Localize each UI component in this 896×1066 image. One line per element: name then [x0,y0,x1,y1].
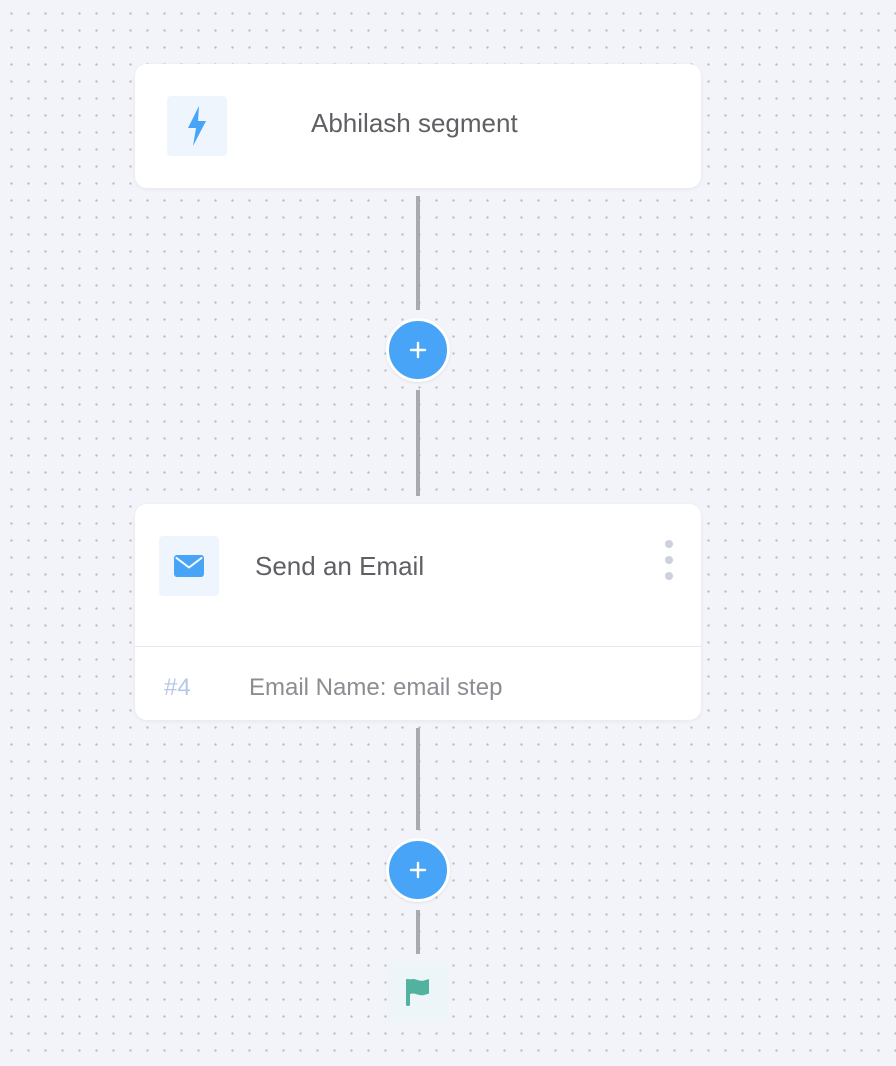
step-id: #4 [164,674,191,701]
end-node [388,962,448,1022]
connector-line [416,390,420,496]
plus-icon [409,341,427,359]
more-options-icon[interactable] [661,540,677,580]
connector-line [416,910,420,954]
trigger-icon-box [167,96,227,156]
add-step-button[interactable] [386,318,450,382]
connector-line [416,728,420,830]
flag-icon [406,978,429,1006]
card-divider [135,646,701,647]
email-node-card[interactable]: Send an Email #4 Email Name: email step [135,504,701,720]
email-node-title: Send an Email [255,551,425,581]
envelope-icon [174,555,204,577]
plus-icon [409,861,427,879]
kebab-dot [665,572,673,580]
email-icon-box [159,536,219,596]
trigger-node-card[interactable]: Abhilash segment [135,64,701,188]
kebab-dot [665,540,673,548]
trigger-node-title: Abhilash segment [311,108,518,138]
connector-line [416,196,420,310]
kebab-dot [665,556,673,564]
add-step-button[interactable] [386,838,450,902]
lightning-bolt-icon [188,106,206,146]
email-name-detail: Email Name: email step [249,674,503,701]
